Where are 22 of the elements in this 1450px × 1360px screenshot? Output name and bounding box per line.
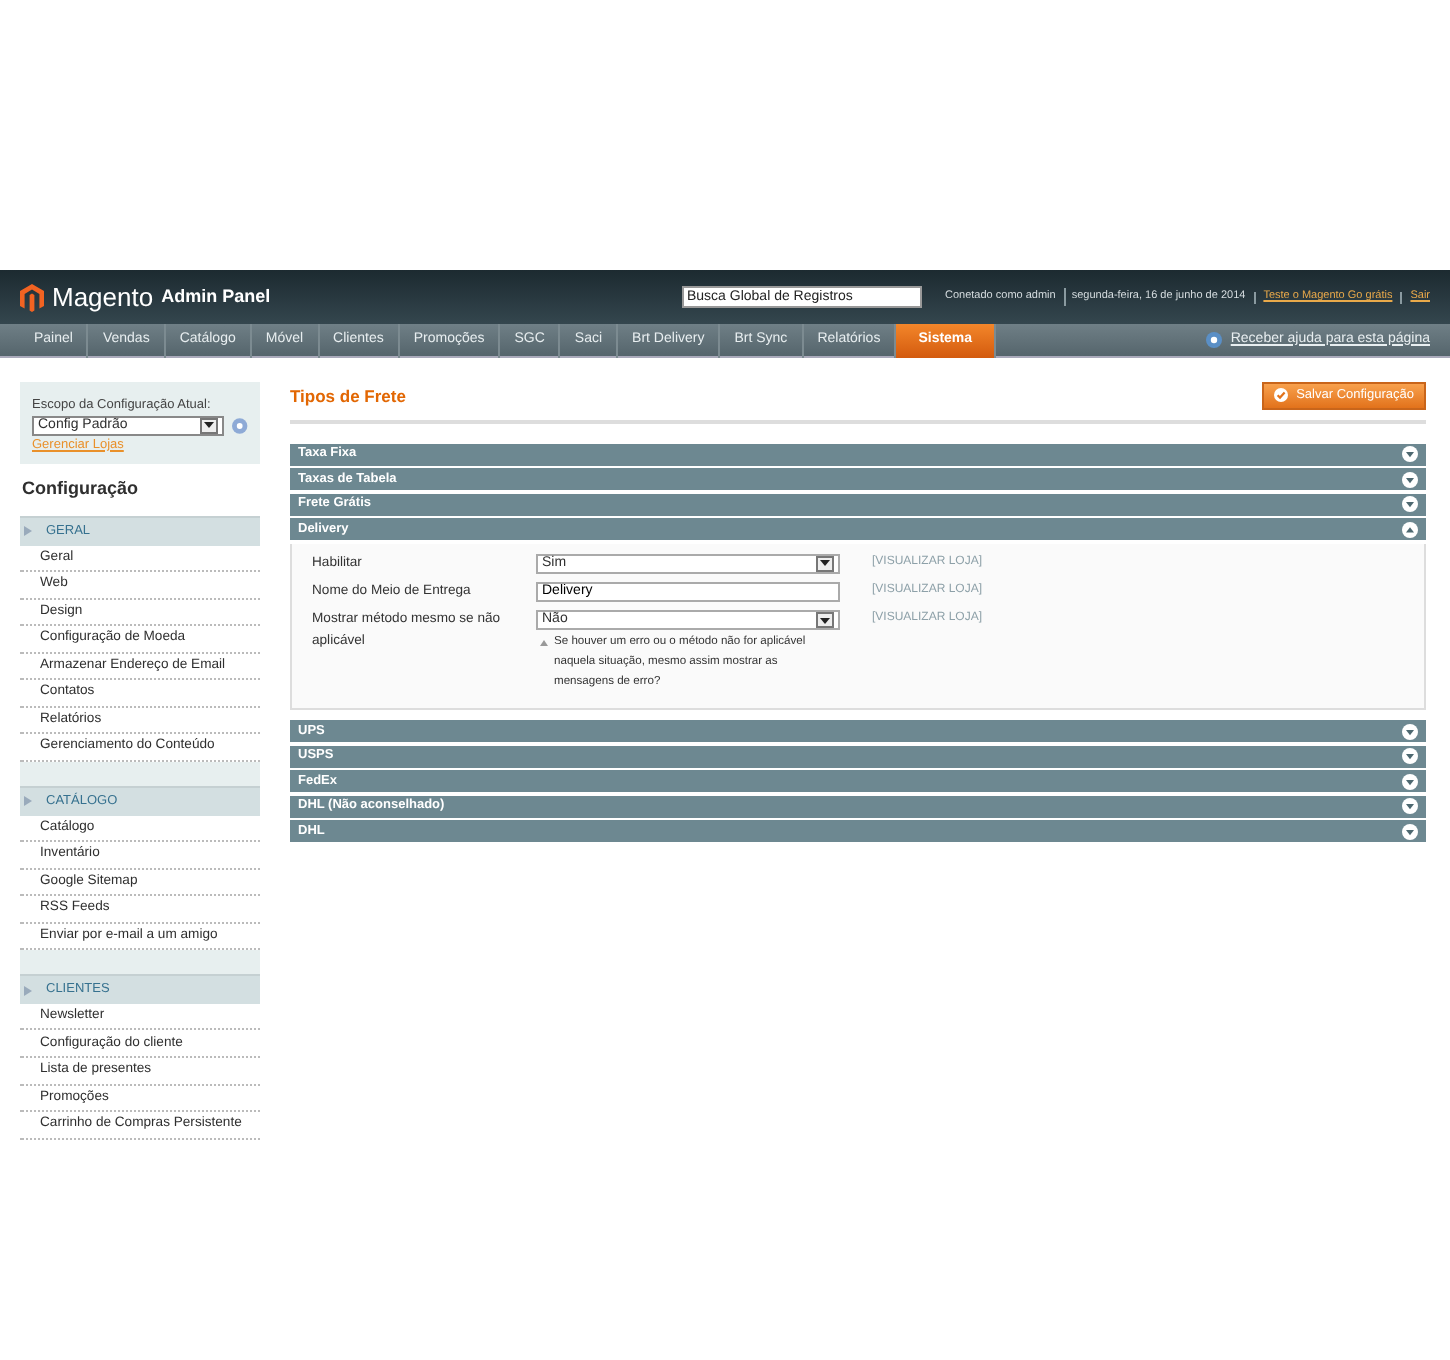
logo-icon: [20, 283, 44, 311]
arrow-icon: [24, 796, 32, 807]
caret-icon[interactable]: [200, 417, 219, 434]
expand-icon[interactable]: [1402, 748, 1418, 765]
expand-icon[interactable]: [1402, 723, 1418, 740]
expand-icon[interactable]: [1402, 773, 1418, 790]
expand-icon[interactable]: [1402, 496, 1418, 513]
arrow-icon: [24, 985, 32, 996]
expand-icon[interactable]: [1402, 798, 1418, 815]
caret-icon[interactable]: [816, 612, 834, 629]
collapse-icon[interactable]: [1402, 521, 1418, 538]
page-title: Tipos de Frete: [290, 383, 406, 409]
expand-icon[interactable]: [1402, 823, 1418, 840]
arrow-icon: [24, 526, 32, 537]
expand-icon[interactable]: [1402, 471, 1418, 488]
expand-icon[interactable]: [1402, 446, 1418, 463]
logo-text: Magento: [52, 284, 154, 310]
triangle-icon: [540, 640, 548, 647]
help-icon[interactable]: [1206, 332, 1223, 348]
caret-icon[interactable]: [816, 555, 834, 572]
check-icon: [1274, 388, 1289, 403]
logo-subtitle: Admin Panel: [161, 283, 271, 310]
